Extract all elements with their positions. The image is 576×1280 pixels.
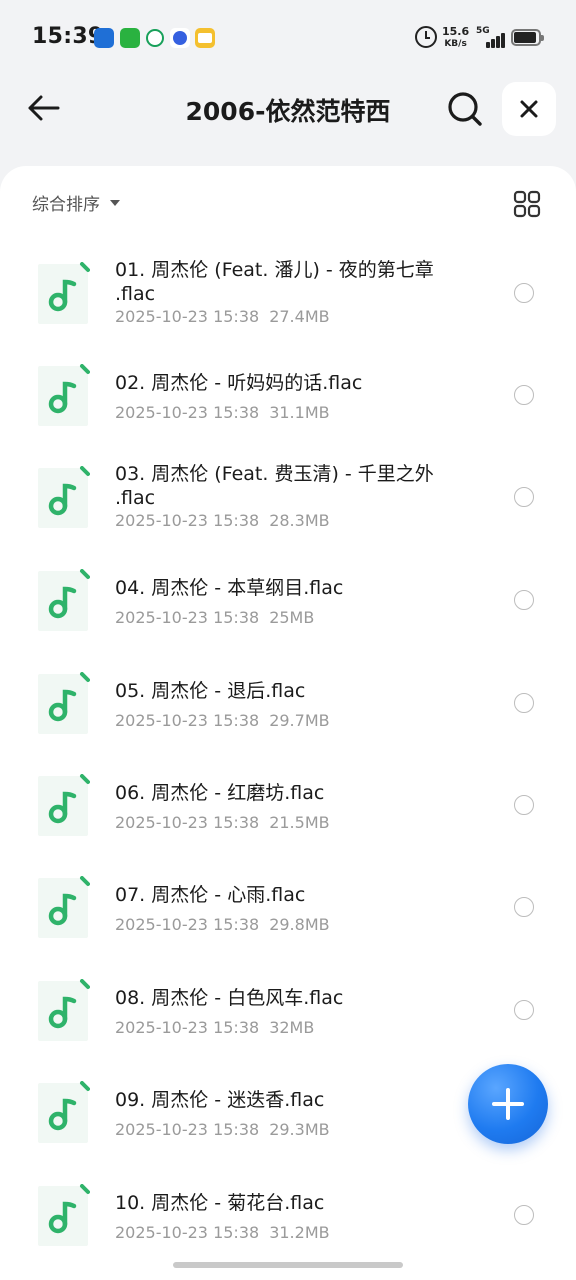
- file-name: 10. 周杰伦 - 菊花台.flac: [115, 1192, 325, 1214]
- status-time: 15:39: [32, 24, 104, 49]
- file-date: 2025-10-23 15:38: [115, 711, 260, 730]
- battery-icon: [511, 29, 544, 46]
- add-button[interactable]: [468, 1064, 548, 1144]
- close-button[interactable]: [502, 82, 556, 136]
- file-date: 2025-10-23 15:38: [115, 915, 260, 934]
- arrow-left-icon: [28, 95, 60, 121]
- music-file-icon: [38, 774, 90, 836]
- music-file-icon: [38, 1081, 90, 1143]
- file-date: 2025-10-23 15:38: [115, 1120, 260, 1139]
- file-date: 2025-10-23 15:38: [115, 1223, 260, 1242]
- search-button[interactable]: [444, 88, 486, 130]
- select-radio[interactable]: [514, 590, 534, 610]
- music-file-icon: [38, 876, 90, 938]
- baidu-netdisk-icon: [94, 28, 114, 48]
- file-row[interactable]: 04. 周杰伦 - 本草纲目.flac 2025-10-23 15:38 25MB: [0, 525, 576, 631]
- music-file-icon: [38, 672, 90, 734]
- file-row[interactable]: 02. 周杰伦 - 听妈妈的话.flac 2025-10-23 15:38 31.1…: [0, 320, 576, 426]
- file-name: 02. 周杰伦 - 听妈妈的话.flac: [115, 372, 363, 394]
- file-name: 04. 周杰伦 - 本草纲目.flac: [115, 577, 344, 599]
- net-speed-unit: KB/s: [444, 39, 467, 49]
- file-meta: 2025-10-23 15:38 32MB: [115, 1018, 314, 1037]
- page-title: 2006-依然范特西: [185, 97, 391, 126]
- file-size: 31.1MB: [269, 403, 330, 422]
- mail-icon: [195, 28, 215, 48]
- file-meta: 2025-10-23 15:38 25MB: [115, 608, 314, 627]
- file-row[interactable]: 08. 周杰伦 - 白色风车.flac 2025-10-23 15:38 32MB: [0, 935, 576, 1041]
- select-radio[interactable]: [514, 693, 534, 713]
- file-row[interactable]: 07. 周杰伦 - 心雨.flac 2025-10-23 15:38 29.8MB: [0, 832, 576, 938]
- music-file-icon: [38, 979, 90, 1041]
- file-name: 06. 周杰伦 - 红磨坊.flac: [115, 782, 325, 804]
- file-date: 2025-10-23 15:38: [115, 403, 260, 422]
- signal-icon: [482, 30, 506, 48]
- select-radio[interactable]: [514, 283, 534, 303]
- sort-dropdown[interactable]: 综合排序: [32, 190, 120, 215]
- file-row[interactable]: 01. 周杰伦 (Feat. 潘儿) - 夜的第七章 .flac 2025-10-…: [0, 218, 576, 326]
- file-date: 2025-10-23 15:38: [115, 813, 260, 832]
- grid-view-button[interactable]: [513, 190, 541, 218]
- app-icon: [146, 29, 164, 47]
- net-speed: 15.6 KB/s: [442, 26, 469, 50]
- alarm-icon: [415, 26, 437, 48]
- select-radio[interactable]: [514, 487, 534, 507]
- sort-label: 综合排序: [32, 195, 100, 215]
- file-meta: 2025-10-23 15:38 29.3MB: [115, 1120, 330, 1139]
- file-name: 03. 周杰伦 (Feat. 费玉清) - 千里之外 .flac: [115, 463, 434, 509]
- file-size: 31.2MB: [269, 1223, 330, 1242]
- file-size: 21.5MB: [269, 813, 330, 832]
- file-meta: 2025-10-23 15:38 21.5MB: [115, 813, 330, 832]
- music-file-icon: [38, 569, 90, 631]
- file-size: 29.7MB: [269, 711, 330, 730]
- close-icon: [520, 100, 538, 118]
- music-file-icon: [38, 466, 90, 528]
- file-date: 2025-10-23 15:38: [115, 608, 260, 627]
- file-name: 07. 周杰伦 - 心雨.flac: [115, 884, 306, 906]
- select-radio[interactable]: [514, 795, 534, 815]
- music-file-icon: [38, 364, 90, 426]
- net-speed-value: 15.6: [442, 25, 470, 38]
- select-radio[interactable]: [514, 1205, 534, 1225]
- select-radio[interactable]: [514, 1000, 534, 1020]
- select-radio[interactable]: [514, 385, 534, 405]
- file-meta: 2025-10-23 15:38 31.1MB: [115, 403, 330, 422]
- caret-down-icon: [110, 199, 120, 206]
- music-file-icon: [38, 262, 90, 324]
- file-row[interactable]: 10. 周杰伦 - 菊花台.flac 2025-10-23 15:38 31.2MB: [0, 1140, 576, 1246]
- file-row[interactable]: 03. 周杰伦 (Feat. 费玉清) - 千里之外 .flac 2025-10-…: [0, 422, 576, 530]
- file-size: 32MB: [269, 1018, 315, 1037]
- status-bar: 15:39 15.6 KB/s 5G: [0, 0, 576, 76]
- grid-icon: [513, 190, 541, 218]
- file-size: 29.3MB: [269, 1120, 330, 1139]
- file-row[interactable]: 05. 周杰伦 - 退后.flac 2025-10-23 15:38 29.7MB: [0, 628, 576, 734]
- file-meta: 2025-10-23 15:38 29.8MB: [115, 915, 330, 934]
- file-size: 29.8MB: [269, 915, 330, 934]
- file-name: 08. 周杰伦 - 白色风车.flac: [115, 987, 344, 1009]
- home-indicator[interactable]: [173, 1262, 403, 1268]
- file-name: 09. 周杰伦 - 迷迭香.flac: [115, 1089, 325, 1111]
- music-file-icon: [38, 1184, 90, 1246]
- file-name: 01. 周杰伦 (Feat. 潘儿) - 夜的第七章 .flac: [115, 259, 434, 305]
- wechat-icon: [120, 28, 140, 48]
- file-meta: 2025-10-23 15:38 31.2MB: [115, 1223, 330, 1242]
- file-date: 2025-10-23 15:38: [115, 1018, 260, 1037]
- select-radio[interactable]: [514, 897, 534, 917]
- file-meta: 2025-10-23 15:38 29.7MB: [115, 711, 330, 730]
- baidu-icon: [170, 28, 190, 48]
- search-icon: [448, 92, 482, 126]
- file-row[interactable]: 06. 周杰伦 - 红磨坊.flac 2025-10-23 15:38 21.5MB: [0, 730, 576, 836]
- file-name: 05. 周杰伦 - 退后.flac: [115, 680, 306, 702]
- back-button[interactable]: [24, 88, 64, 128]
- file-size: 25MB: [269, 608, 315, 627]
